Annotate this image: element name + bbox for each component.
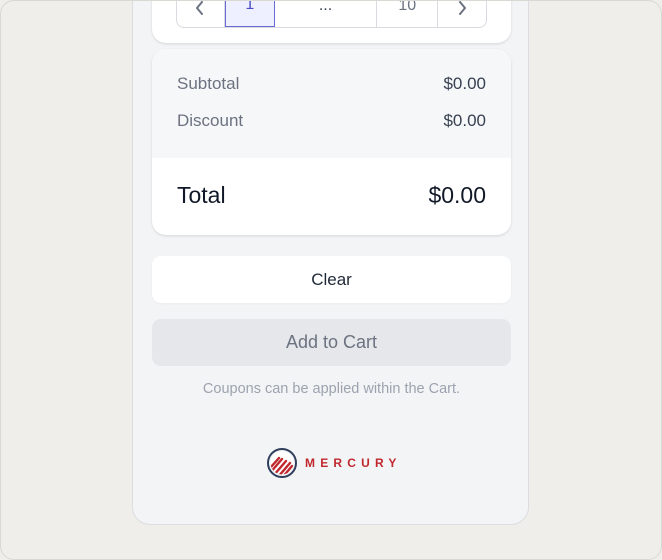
subtotal-row: Subtotal $0.00 (177, 74, 486, 94)
next-page-button[interactable] (438, 1, 486, 27)
total-row: Total $0.00 (177, 182, 486, 209)
page-ellipsis: ... (275, 1, 378, 27)
page-10-button[interactable]: 10 (377, 1, 439, 27)
prev-page-button[interactable] (177, 1, 225, 27)
mercury-logo-icon (267, 448, 297, 478)
chevron-left-icon (196, 1, 204, 15)
total-value: $0.00 (428, 182, 486, 208)
brand-logo: MERCURY (266, 447, 402, 479)
brand-name: MERCURY (305, 456, 402, 470)
summary-breakdown (152, 49, 511, 158)
page-1-button[interactable]: 1 (224, 1, 275, 27)
subtotal-label: Subtotal (177, 74, 240, 93)
coupon-note: Coupons can be applied within the Cart. (202, 381, 461, 397)
order-summary: Subtotal $0.00 Discount $0.00 Total $0.0… (152, 49, 511, 235)
discount-row: Discount $0.00 (177, 111, 486, 131)
discount-value: $0.00 (443, 111, 486, 130)
total-label: Total (177, 182, 226, 208)
subtotal-value: $0.00 (443, 74, 486, 93)
pagination: 1 ... 10 (176, 1, 487, 28)
page-frame: 1 ... 10 Subtotal $0.00 Discount $0.00 T… (0, 0, 662, 560)
add-to-cart-button[interactable]: Add to Cart (152, 319, 511, 366)
discount-label: Discount (177, 111, 244, 130)
chevron-right-icon (459, 1, 467, 15)
clear-button[interactable]: Clear (152, 256, 511, 303)
